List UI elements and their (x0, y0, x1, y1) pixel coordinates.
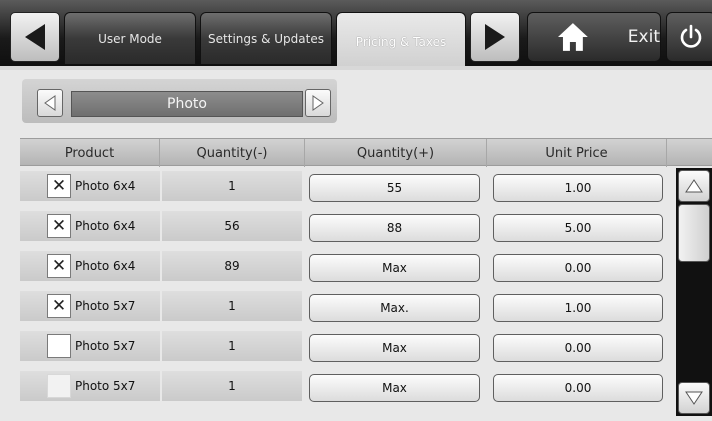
product-checkbox[interactable] (47, 334, 71, 358)
tab-pricing-taxes[interactable]: Pricing & Taxes (336, 12, 466, 70)
quantity-max-button[interactable]: Max (309, 374, 480, 402)
tab-label: Pricing & Taxes (355, 34, 447, 49)
product-checkbox[interactable]: ✕ (47, 294, 71, 318)
quantity-max-button[interactable]: Max (309, 254, 480, 282)
left-arrow-icon (44, 95, 56, 111)
quantity-max-button[interactable]: Max. (309, 294, 480, 322)
product-name: Photo 5x7 (75, 379, 136, 393)
unit-price-button[interactable]: 5.00 (493, 214, 663, 242)
product-name: Photo 5x7 (75, 339, 136, 353)
unit-price-button[interactable]: 0.00 (493, 254, 663, 282)
product-checkbox[interactable]: ✕ (47, 214, 71, 238)
product-name: Photo 6x4 (75, 219, 136, 233)
column-header-spacer (667, 139, 712, 167)
table-header: Product Quantity(-) Quantity(+) Unit Pri… (20, 138, 712, 167)
category-next-button[interactable] (305, 89, 331, 117)
table-row: ✕ Photo 6x4 89 Max 0.00 (20, 248, 670, 282)
tab-label: Settings & Updates (208, 31, 324, 46)
category-selector: Photo (22, 79, 337, 123)
column-header-quantity-plus: Quantity(+) (305, 139, 487, 167)
quantity-min-cell: 56 (162, 211, 302, 241)
table-row: ✕ Photo 5x7 1 Max. 1.00 (20, 288, 670, 322)
product-name: Photo 6x4 (75, 179, 136, 193)
product-cell: Photo 5x7 (20, 331, 160, 361)
tab-user-mode[interactable]: User Mode (64, 12, 196, 64)
column-header-product: Product (20, 139, 160, 167)
product-checkbox[interactable] (47, 374, 71, 398)
table-row: Photo 5x7 1 Max 0.00 (20, 368, 670, 402)
power-button[interactable] (666, 12, 712, 62)
product-cell: ✕ Photo 6x4 (20, 211, 160, 241)
quantity-min-cell: 1 (162, 371, 302, 401)
scroll-thumb[interactable] (678, 204, 710, 262)
down-arrow-icon (685, 391, 703, 405)
category-value: Photo (71, 91, 303, 117)
product-checkbox[interactable]: ✕ (47, 254, 71, 278)
unit-price-button[interactable]: 0.00 (493, 334, 663, 362)
table-row: ✕ Photo 6x4 1 55 1.00 (20, 168, 670, 202)
unit-price-button[interactable]: 1.00 (493, 174, 663, 202)
table-scrollbar[interactable] (676, 168, 712, 416)
scroll-down-button[interactable] (678, 382, 710, 414)
product-cell: ✕ Photo 6x4 (20, 251, 160, 281)
right-arrow-icon (485, 24, 505, 50)
quantity-min-cell: 89 (162, 251, 302, 281)
quantity-min-cell: 1 (162, 331, 302, 361)
up-arrow-icon (685, 179, 703, 193)
unit-price-button[interactable]: 0.00 (493, 374, 663, 402)
right-arrow-icon (312, 95, 324, 111)
product-name: Photo 5x7 (75, 299, 136, 313)
column-header-unit-price: Unit Price (487, 139, 667, 167)
quantity-min-cell: 1 (162, 291, 302, 321)
tab-settings-updates[interactable]: Settings & Updates (200, 12, 332, 64)
quantity-max-button[interactable]: Max (309, 334, 480, 362)
nav-back-button[interactable] (10, 12, 60, 62)
product-checkbox[interactable]: ✕ (47, 174, 71, 198)
category-prev-button[interactable] (37, 89, 63, 117)
power-icon (680, 24, 702, 48)
quantity-max-button[interactable]: 55 (309, 174, 480, 202)
pricing-panel: Photo Product Quantity(-) Quantity(+) Un… (0, 70, 712, 421)
unit-price-button[interactable]: 1.00 (493, 294, 663, 322)
quantity-max-button[interactable]: 88 (309, 214, 480, 242)
nav-forward-button[interactable] (470, 12, 520, 62)
top-nav-bar: User Mode Settings & Updates Pricing & T… (0, 0, 712, 70)
exit-label: Exit (627, 27, 660, 47)
table-row: ✕ Photo 6x4 56 88 5.00 (20, 208, 670, 242)
product-name: Photo 6x4 (75, 259, 136, 273)
product-cell: ✕ Photo 5x7 (20, 291, 160, 321)
quantity-min-cell: 1 (162, 171, 302, 201)
home-icon (557, 23, 588, 51)
table-row: Photo 5x7 1 Max 0.00 (20, 328, 670, 362)
product-cell: ✕ Photo 6x4 (20, 171, 160, 201)
product-cell: Photo 5x7 (20, 371, 160, 401)
exit-button[interactable]: Exit (527, 12, 661, 62)
column-header-quantity-min: Quantity(-) (160, 139, 305, 167)
tab-label: User Mode (98, 31, 162, 46)
left-arrow-icon (25, 24, 45, 50)
scroll-up-button[interactable] (678, 170, 710, 202)
